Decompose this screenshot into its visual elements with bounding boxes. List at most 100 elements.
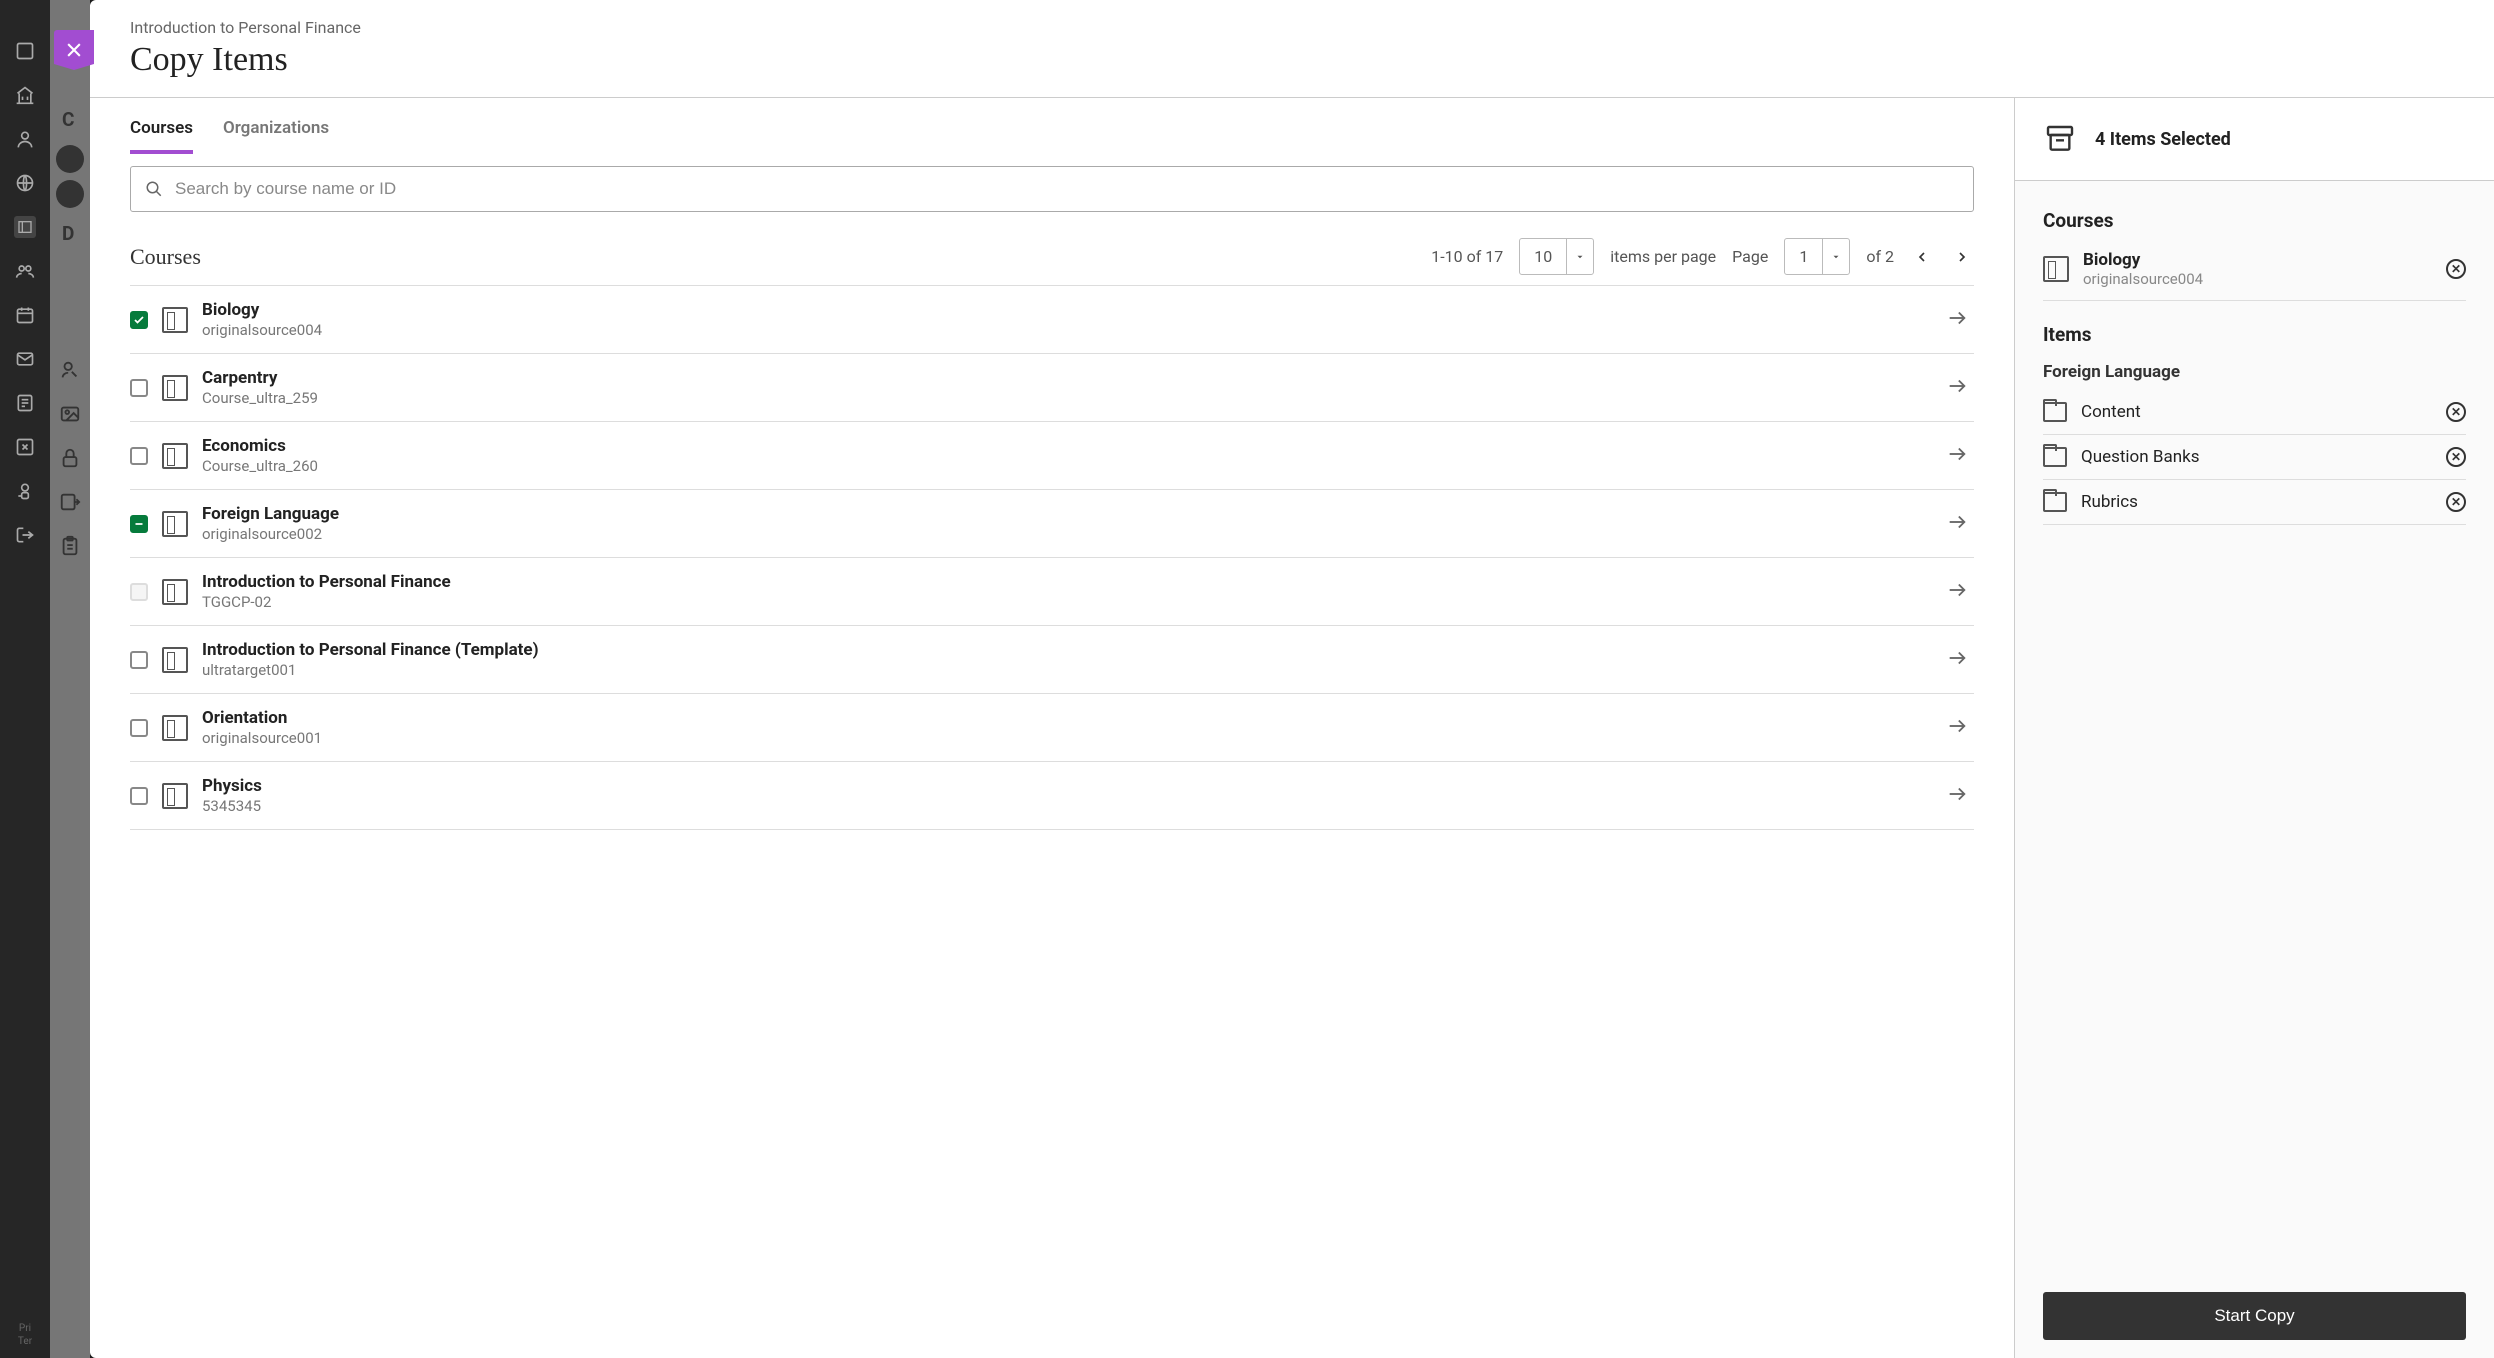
messages-icon[interactable] — [14, 348, 36, 370]
selection-items-group: Foreign Language — [2043, 362, 2466, 382]
behind-label-1: C — [62, 108, 74, 131]
drill-in-button[interactable] — [1946, 443, 1974, 469]
global-nav: Pri Ter — [0, 0, 50, 1358]
courses-icon[interactable] — [14, 216, 36, 238]
course-name: Economics — [202, 436, 1932, 456]
folder-icon — [2043, 447, 2067, 467]
course-info: CarpentryCourse_ultra_259 — [202, 368, 1932, 407]
course-row[interactable]: CarpentryCourse_ultra_259 — [130, 354, 1974, 422]
page-title: Copy Items — [130, 41, 2454, 79]
drill-in-button[interactable] — [1946, 307, 1974, 333]
course-checkbox[interactable] — [130, 379, 148, 397]
clipboard-icon[interactable] — [59, 535, 81, 557]
course-icon — [162, 375, 188, 401]
search-user-icon[interactable] — [59, 359, 81, 381]
drill-in-button[interactable] — [1946, 511, 1974, 537]
range-text: 1-10 of 17 — [1431, 247, 1503, 266]
assist-icon[interactable] — [14, 480, 36, 502]
course-name: Physics — [202, 776, 1932, 796]
course-checkbox[interactable] — [130, 515, 148, 533]
drill-in-button[interactable] — [1946, 715, 1974, 741]
next-page-button[interactable] — [1950, 245, 1974, 269]
course-icon — [162, 647, 188, 673]
selected-item-row: Content✕ — [2043, 390, 2466, 435]
lock-icon[interactable] — [59, 447, 81, 469]
course-name: Introduction to Personal Finance (Templa… — [202, 640, 1932, 660]
course-info: Physics5345345 — [202, 776, 1932, 815]
selected-course-id: originalsource004 — [2083, 270, 2432, 288]
page-select[interactable]: 1 — [1784, 238, 1850, 275]
remove-course-button[interactable]: ✕ — [2446, 259, 2466, 279]
course-row[interactable]: EconomicsCourse_ultra_260 — [130, 422, 1974, 490]
calendar-icon[interactable] — [14, 304, 36, 326]
profile-icon[interactable] — [14, 128, 36, 150]
selection-footer: Start Copy — [2015, 1274, 2494, 1358]
drill-in-button[interactable] — [1946, 647, 1974, 673]
behind-circle-1 — [56, 145, 84, 173]
logo-icon[interactable] — [14, 40, 36, 62]
item-label: Question Banks — [2081, 447, 2432, 467]
course-row[interactable]: Introduction to Personal FinanceTGGCP-02 — [130, 558, 1974, 626]
remove-item-button[interactable]: ✕ — [2446, 492, 2466, 512]
selected-course-row: Biology originalsource004 ✕ — [2043, 238, 2466, 301]
tools-icon[interactable] — [14, 436, 36, 458]
start-copy-button[interactable]: Start Copy — [2043, 1292, 2466, 1340]
course-info: Introduction to Personal FinanceTGGCP-02 — [202, 572, 1932, 611]
institution-icon[interactable] — [14, 84, 36, 106]
course-id: ultratarget001 — [202, 661, 1932, 679]
tab-organizations[interactable]: Organizations — [223, 118, 329, 154]
course-checkbox[interactable] — [130, 651, 148, 669]
search-input[interactable] — [175, 179, 1959, 199]
source-tabs: Courses Organizations — [130, 98, 1974, 154]
course-checkbox[interactable] — [130, 311, 148, 329]
image-icon[interactable] — [59, 403, 81, 425]
globe-icon[interactable] — [14, 172, 36, 194]
course-icon — [2043, 256, 2069, 282]
course-checkbox[interactable] — [130, 447, 148, 465]
selected-item-row: Question Banks ✕ — [2043, 435, 2466, 480]
course-icon — [162, 715, 188, 741]
course-row[interactable]: Physics5345345 — [130, 762, 1974, 830]
signout-icon[interactable] — [14, 524, 36, 546]
course-nav-column: Co C D — [50, 0, 90, 1358]
drill-in-button[interactable] — [1946, 579, 1974, 605]
close-button[interactable] — [54, 30, 94, 70]
context-course-name: Introduction to Personal Finance — [130, 18, 2454, 37]
course-row[interactable]: Introduction to Personal Finance (Templa… — [130, 626, 1974, 694]
selected-item-row: Rubrics✕ — [2043, 480, 2466, 525]
course-id: TGGCP-02 — [202, 593, 1932, 611]
course-name: Carpentry — [202, 368, 1932, 388]
course-name: Biology — [202, 300, 1932, 320]
course-id: 5345345 — [202, 797, 1932, 815]
course-checkbox — [130, 583, 148, 601]
selection-count: 4 Items Selected — [2095, 129, 2231, 150]
remove-item-button[interactable]: ✕ — [2446, 402, 2466, 422]
tab-courses[interactable]: Courses — [130, 118, 193, 154]
behind-circle-2 — [56, 180, 84, 208]
course-row[interactable]: Foreign Languageoriginalsource002 — [130, 490, 1974, 558]
remove-item-button[interactable]: ✕ — [2446, 447, 2466, 467]
search-icon — [145, 180, 163, 198]
search-box[interactable] — [130, 166, 1974, 212]
export-icon[interactable] — [59, 491, 81, 513]
per-page-select[interactable]: 10 — [1519, 238, 1594, 275]
course-row[interactable]: Orientationoriginalsource001 — [130, 694, 1974, 762]
groups-icon[interactable] — [14, 260, 36, 282]
course-checkbox[interactable] — [130, 787, 148, 805]
footer-links: Pri Ter — [18, 1322, 32, 1358]
drill-in-button[interactable] — [1946, 783, 1974, 809]
course-checkbox[interactable] — [130, 719, 148, 737]
course-icon — [162, 783, 188, 809]
prev-page-button[interactable] — [1910, 245, 1934, 269]
course-info: Introduction to Personal Finance (Templa… — [202, 640, 1932, 679]
page-label: Page — [1732, 247, 1768, 266]
drill-in-button[interactable] — [1946, 375, 1974, 401]
course-id: originalsource004 — [202, 321, 1932, 339]
behind-label-2: D — [62, 222, 74, 245]
course-row[interactable]: Biologyoriginalsource004 — [130, 286, 1974, 354]
grades-icon[interactable] — [14, 392, 36, 414]
course-info: Orientationoriginalsource001 — [202, 708, 1932, 747]
page-total: of 2 — [1866, 247, 1894, 266]
course-id: Course_ultra_260 — [202, 457, 1932, 475]
modal-header: Introduction to Personal Finance Copy It… — [90, 0, 2494, 98]
